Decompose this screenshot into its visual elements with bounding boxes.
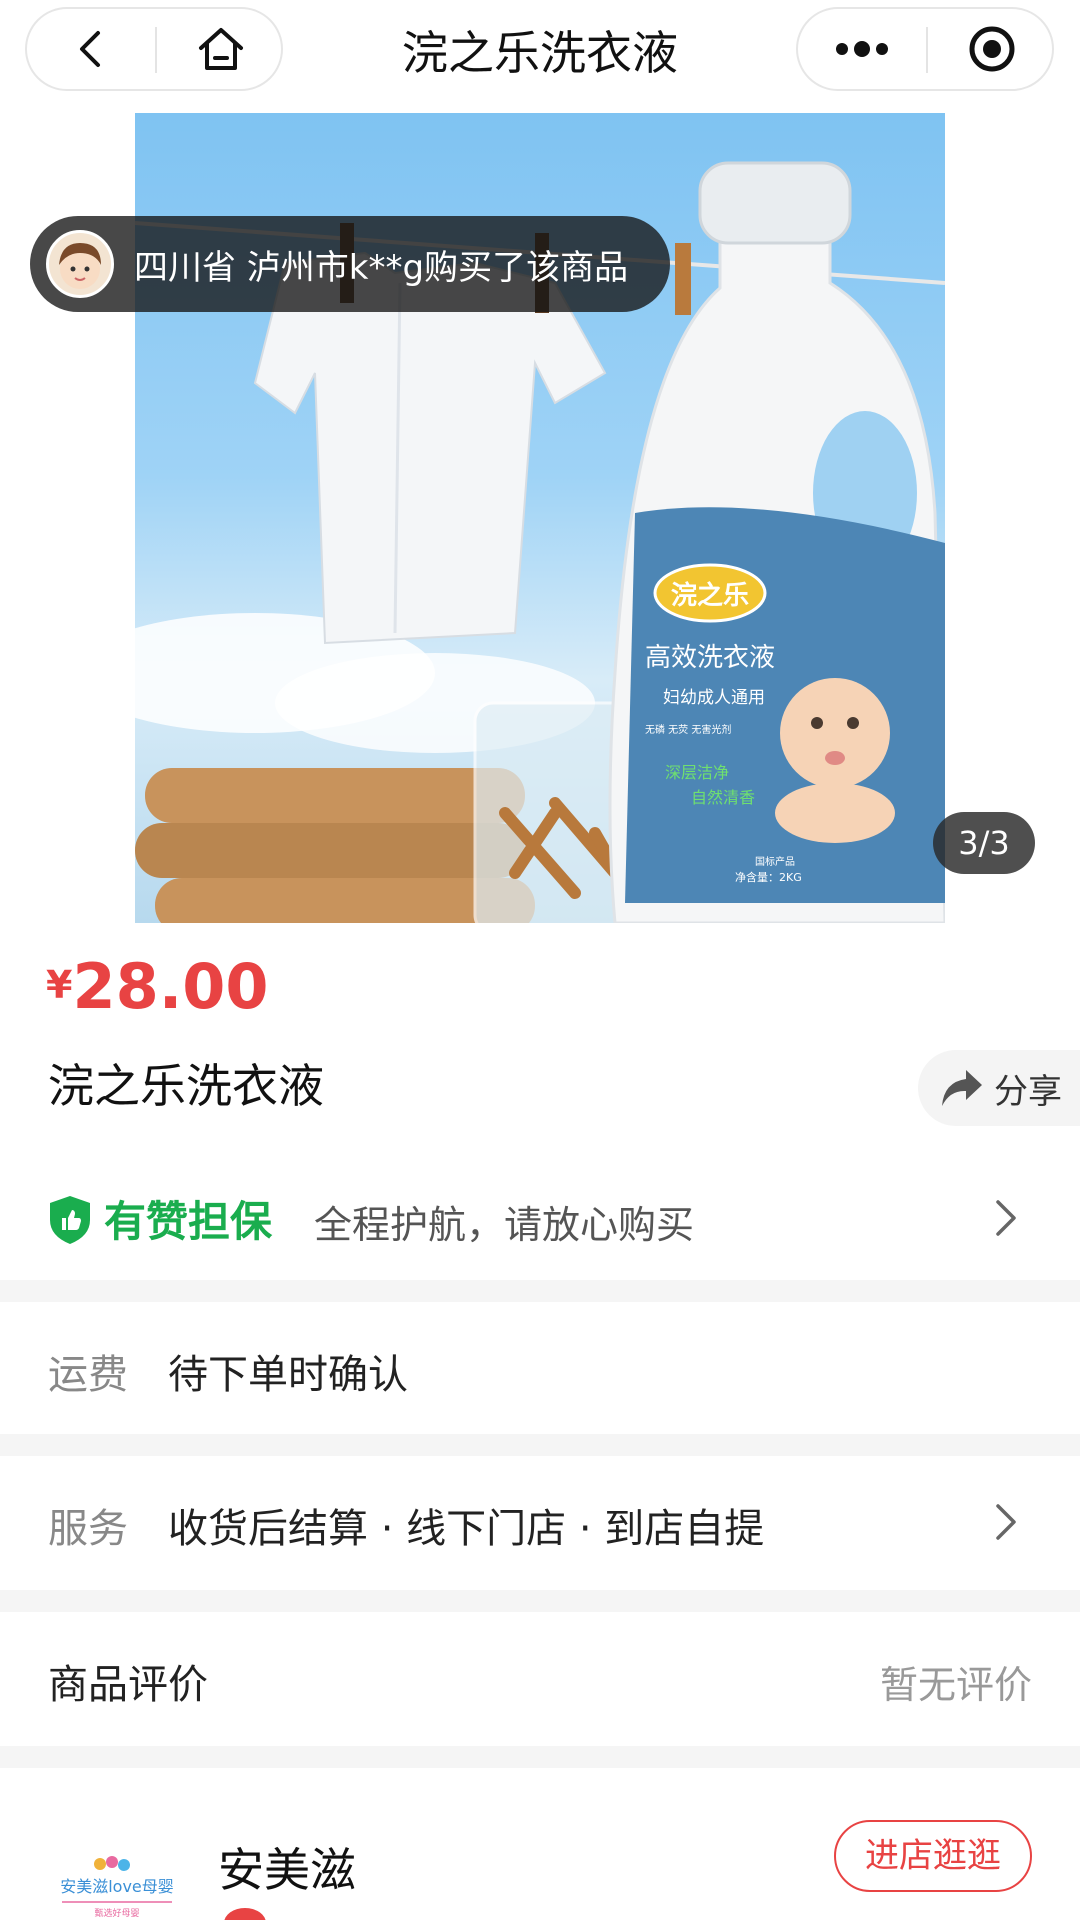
bottle-feature-2: 自然清香 bbox=[691, 788, 755, 807]
product-title: 浣之乐洗衣液 bbox=[48, 1059, 324, 1113]
store-badge bbox=[224, 1908, 266, 1920]
bottle-badges: 无磷 无荧 无害光剂 bbox=[645, 723, 731, 736]
share-label: 分享 bbox=[994, 1071, 1062, 1112]
chevron-right-icon bbox=[996, 1504, 1016, 1540]
bottle-spec-label: 国标产品 bbox=[755, 855, 795, 868]
service-label: 服务 bbox=[48, 1506, 128, 1552]
nav-bar: 浣之乐洗衣液 bbox=[0, 0, 1080, 110]
shipping-value: 待下单时确认 bbox=[168, 1352, 408, 1398]
store-logo[interactable]: 安美滋love母婴 甄选好母婴 bbox=[48, 1852, 186, 1920]
visit-store-button[interactable]: 进店逛逛 bbox=[834, 1820, 1032, 1892]
bottle-net-weight: 净含量：2KG bbox=[735, 870, 802, 884]
more-button[interactable] bbox=[798, 9, 926, 89]
more-icon bbox=[836, 41, 888, 57]
chevron-right-icon bbox=[996, 1200, 1016, 1236]
product-price: ¥28.00 bbox=[46, 950, 269, 1023]
home-icon bbox=[199, 28, 243, 70]
bottle-feature-1: 深层洁净 bbox=[665, 763, 729, 782]
section-gap bbox=[0, 1590, 1080, 1612]
back-button[interactable] bbox=[27, 9, 155, 89]
shipping-label: 运费 bbox=[48, 1352, 128, 1398]
buyer-avatar bbox=[46, 230, 114, 298]
shield-thumb-icon bbox=[50, 1196, 90, 1244]
store-logo-text: 安美滋love母婴 bbox=[60, 1877, 174, 1896]
close-miniapp-button[interactable] bbox=[928, 9, 1056, 89]
store-card: 安美滋love母婴 甄选好母婴 安美滋 进店逛逛 bbox=[0, 1770, 1080, 1920]
bottle-subtitle: 高效洗衣液 bbox=[645, 643, 775, 673]
section-gap bbox=[0, 1746, 1080, 1768]
share-button[interactable]: 分享 bbox=[918, 1050, 1080, 1126]
guarantee-title: 有赞担保 bbox=[104, 1197, 273, 1246]
section-gap bbox=[0, 1434, 1080, 1456]
share-icon bbox=[942, 1070, 982, 1106]
reviews-status: 暂无评价 bbox=[879, 1663, 1032, 1707]
guarantee-description: 全程护航，请放心购买 bbox=[314, 1203, 695, 1247]
recent-buyer-toast: 四川省 泸州市k**g购买了该商品 bbox=[30, 216, 670, 312]
store-logo-subtext: 甄选好母婴 bbox=[94, 1907, 139, 1919]
reviews-title: 商品评价 bbox=[48, 1662, 208, 1708]
store-name: 安美滋 bbox=[218, 1843, 356, 1897]
buyer-notice-text: 四川省 泸州市k**g购买了该商品 bbox=[134, 247, 629, 288]
nav-capsule-left bbox=[25, 7, 283, 91]
nav-capsule-right bbox=[796, 7, 1054, 91]
shipping-row: 运费 待下单时确认 bbox=[0, 1302, 1080, 1434]
bottle-brand: 浣之乐 bbox=[671, 580, 749, 611]
currency-symbol: ¥ bbox=[46, 963, 73, 1007]
target-icon bbox=[969, 26, 1015, 72]
home-button[interactable] bbox=[157, 9, 285, 89]
back-icon bbox=[80, 31, 100, 67]
service-row[interactable]: 服务 收货后结算 · 线下门店 · 到店自提 bbox=[0, 1456, 1080, 1588]
bottle-tagline: 妇幼成人通用 bbox=[663, 688, 765, 708]
service-value: 收货后结算 · 线下门店 · 到店自提 bbox=[168, 1506, 765, 1552]
price-value: 28.00 bbox=[72, 950, 269, 1023]
reviews-row[interactable]: 商品评价 暂无评价 bbox=[0, 1612, 1080, 1744]
image-counter: 3/3 bbox=[933, 812, 1035, 874]
page-title: 浣之乐洗衣液 bbox=[402, 26, 678, 80]
guarantee-row[interactable]: 有赞担保 全程护航，请放心购买 bbox=[0, 1160, 1080, 1272]
section-gap bbox=[0, 1280, 1080, 1302]
